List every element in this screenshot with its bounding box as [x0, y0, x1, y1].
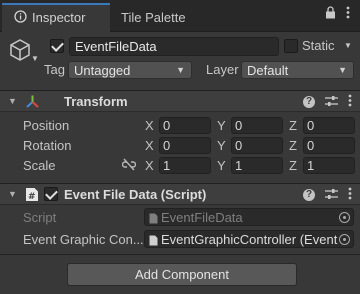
tab-inspector-label: Inspector: [32, 10, 86, 25]
scale-z-field[interactable]: 1: [303, 157, 355, 174]
layer-label: Layer: [206, 62, 239, 77]
more-options-icon[interactable]: [346, 6, 350, 22]
scale-label: Scale: [23, 158, 56, 173]
object-name-field[interactable]: EventFileData: [69, 37, 279, 56]
scale-z-axis-label[interactable]: Z: [289, 158, 297, 173]
event-graphic-controller-label: Event Graphic Con...: [23, 232, 144, 247]
rotation-x-axis-label[interactable]: X: [145, 138, 154, 153]
tag-dropdown[interactable]: Untagged ▼: [68, 61, 192, 79]
position-z-axis-label[interactable]: Z: [289, 118, 297, 133]
rotation-y-field[interactable]: 0: [231, 137, 283, 154]
script-object-field: EventFileData: [144, 208, 354, 226]
scale-y-axis-label[interactable]: Y: [217, 158, 226, 173]
chevron-down-icon: ▼: [176, 65, 185, 75]
foldout-arrow-icon[interactable]: ▼: [8, 96, 17, 106]
rotation-x-field[interactable]: 0: [159, 137, 211, 154]
scale-x-axis-label[interactable]: X: [145, 158, 154, 173]
position-x-axis-label[interactable]: X: [145, 118, 154, 133]
lock-icon[interactable]: [325, 6, 336, 22]
scale-x-field[interactable]: 1: [159, 157, 211, 174]
rotation-y-axis-label[interactable]: Y: [217, 138, 226, 153]
csharp-script-icon: #: [25, 187, 39, 205]
gameobject-cube-icon[interactable]: [8, 38, 32, 65]
script-file-icon: [149, 234, 158, 247]
rotation-z-field[interactable]: 0: [303, 137, 355, 154]
preset-sliders-icon[interactable]: [325, 95, 338, 110]
script-component-header[interactable]: ▼ # Event File Data (Script) ?: [0, 183, 360, 205]
static-checkbox[interactable]: [284, 39, 298, 53]
gameobject-header: ▼ EventFileData Static ▼ Tag Untagged ▼ …: [0, 32, 360, 86]
static-dropdown-arrow-icon[interactable]: ▼: [344, 41, 352, 50]
layer-value: Default: [247, 63, 289, 78]
object-picker-icon: [339, 212, 350, 223]
script-file-icon: [149, 212, 158, 225]
preset-sliders-icon[interactable]: [325, 188, 338, 203]
tab-inspector[interactable]: Inspector: [2, 3, 110, 32]
tab-bar: Inspector Tile Palette: [0, 0, 360, 32]
script-label: Script: [23, 210, 57, 225]
script-component-title: Event File Data (Script): [64, 187, 207, 202]
transform-header-icons: ?: [303, 94, 352, 110]
tab-tile-palette-label: Tile Palette: [121, 10, 186, 25]
active-checkbox[interactable]: [50, 39, 64, 53]
event-graphic-controller-value: EventGraphicController (Event: [161, 232, 338, 247]
tab-bar-controls: [325, 6, 350, 22]
foldout-arrow-icon[interactable]: ▼: [8, 189, 17, 199]
tag-label: Tag: [44, 62, 65, 77]
icon-dropdown-arrow-icon[interactable]: ▼: [31, 54, 39, 63]
more-options-icon[interactable]: [348, 187, 352, 203]
tag-value: Untagged: [74, 63, 131, 78]
object-picker-icon[interactable]: [339, 234, 350, 245]
position-y-axis-label[interactable]: Y: [217, 118, 226, 133]
svg-text:#: #: [28, 192, 36, 202]
position-z-field[interactable]: 0: [303, 117, 355, 134]
tab-tile-palette[interactable]: Tile Palette: [121, 3, 186, 32]
scale-y-field[interactable]: 1: [231, 157, 283, 174]
add-component-button[interactable]: Add Component: [67, 263, 297, 286]
script-enabled-checkbox[interactable]: [44, 187, 58, 201]
constrain-proportions-link-icon[interactable]: [121, 158, 137, 174]
script-header-icons: ?: [303, 187, 352, 203]
rotation-label: Rotation: [23, 138, 72, 153]
transform-axes-icon: [25, 94, 40, 112]
rotation-z-axis-label[interactable]: Z: [289, 138, 297, 153]
help-icon[interactable]: ?: [303, 189, 315, 201]
transform-header[interactable]: ▼ Transform ?: [0, 90, 360, 112]
layer-dropdown[interactable]: Default ▼: [241, 61, 354, 79]
event-graphic-controller-field[interactable]: EventGraphicController (Event: [144, 230, 354, 248]
position-x-field[interactable]: 0: [159, 117, 211, 134]
static-label: Static: [302, 38, 335, 53]
more-options-icon[interactable]: [348, 94, 352, 110]
position-label: Position: [23, 118, 70, 133]
script-object-value: EventFileData: [161, 210, 243, 225]
info-icon: [14, 10, 27, 26]
component-divider: [0, 254, 360, 255]
transform-title: Transform: [64, 94, 128, 109]
chevron-down-icon: ▼: [338, 65, 347, 75]
help-icon[interactable]: ?: [303, 96, 315, 108]
position-y-field[interactable]: 0: [231, 117, 283, 134]
